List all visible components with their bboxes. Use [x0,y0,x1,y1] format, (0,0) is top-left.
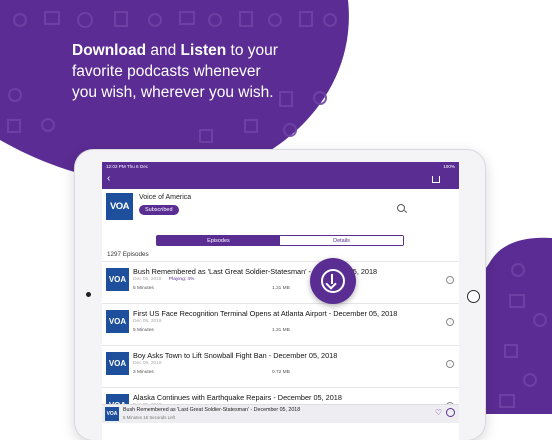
episode-thumbnail: VOA [106,268,129,291]
tab-details[interactable]: Details [280,236,403,245]
play-pause-icon[interactable] [446,408,455,417]
list-item[interactable]: VOA Boy Asks Town to Lift Snowball Fight… [102,345,459,388]
tab-episodes[interactable]: Episodes [157,236,280,245]
episode-thumbnail: VOA [106,310,129,333]
player-time-left: 5 Minutes 15 Seconds Left [123,415,175,420]
episode-title: Alaska Continues with Earthquake Repairs… [133,393,342,402]
podcast-logo: VOA [106,193,133,220]
episode-size: 1.31 MB [272,286,290,291]
podcast-title: Voice of America [139,194,192,201]
hero-text-and: and [146,42,181,59]
episode-title: Boy Asks Town to Lift Snowball Fight Ban… [133,351,338,360]
camera-dot [86,292,91,297]
list-item[interactable]: VOA Bush Remembered as 'Last Great Soldi… [102,261,459,304]
search-icon[interactable] [397,204,405,212]
nav-bar: ‹ [102,172,459,189]
episode-playing-status: Playing: 4% [169,277,195,282]
episode-size: 0.72 MB [272,370,290,375]
episode-size: 1.31 MB [272,328,290,333]
hero-line-2: favorite podcasts whenever [72,63,261,80]
app-screen: 12:02 PM Thu 6 Dec 100% ‹ VOA Voice of A… [102,162,459,440]
hero-bold-download: Download [72,42,147,59]
status-battery: 100% [443,164,455,169]
episode-date: Dec 05, 2018 [133,319,162,324]
episode-title: First US Face Recognition Terminal Opens… [133,309,398,318]
podcast-header: VOA Voice of America Subscribed [102,189,459,232]
hero-bold-listen: Listen [180,42,227,59]
home-button [467,290,480,303]
episode-thumbnail: VOA [106,352,129,375]
download-icon[interactable]: ↓ [446,318,454,326]
player-title: Bush Remembered as 'Last Great Soldier-S… [123,407,301,413]
hero-text-end: to your [226,42,278,59]
episode-date: Dec 05, 2018 [133,277,162,282]
list-item[interactable]: VOA First US Face Recognition Terminal O… [102,303,459,346]
download-callout-icon [310,258,356,304]
episode-count: 1297 Episodes [107,251,149,258]
ipad-device: 12:02 PM Thu 6 Dec 100% ‹ VOA Voice of A… [75,150,485,440]
hero-line-3: you wish, wherever you wish. [72,84,274,101]
episode-duration: 5 Minutes [133,328,154,333]
episode-duration: 5 Minutes [133,286,154,291]
back-chevron-icon[interactable]: ‹ [107,173,110,184]
status-time: 12:02 PM Thu 6 Dec [106,164,149,169]
download-icon[interactable]: ↓ [446,276,454,284]
episode-duration: 3 Minutes [133,370,154,375]
hero-headline: Download and Listen to your favorite pod… [72,40,372,103]
share-icon[interactable] [432,176,440,183]
status-bar: 12:02 PM Thu 6 Dec 100% [102,162,459,172]
download-icon[interactable]: ↓ [446,360,454,368]
subscribed-button[interactable]: Subscribed [139,205,179,215]
episode-date: Dec 05, 2018 [133,361,162,366]
heart-icon[interactable]: ♡ [435,408,442,417]
player-thumbnail: VOA [105,407,119,421]
segmented-control: Episodes Details [156,235,404,246]
